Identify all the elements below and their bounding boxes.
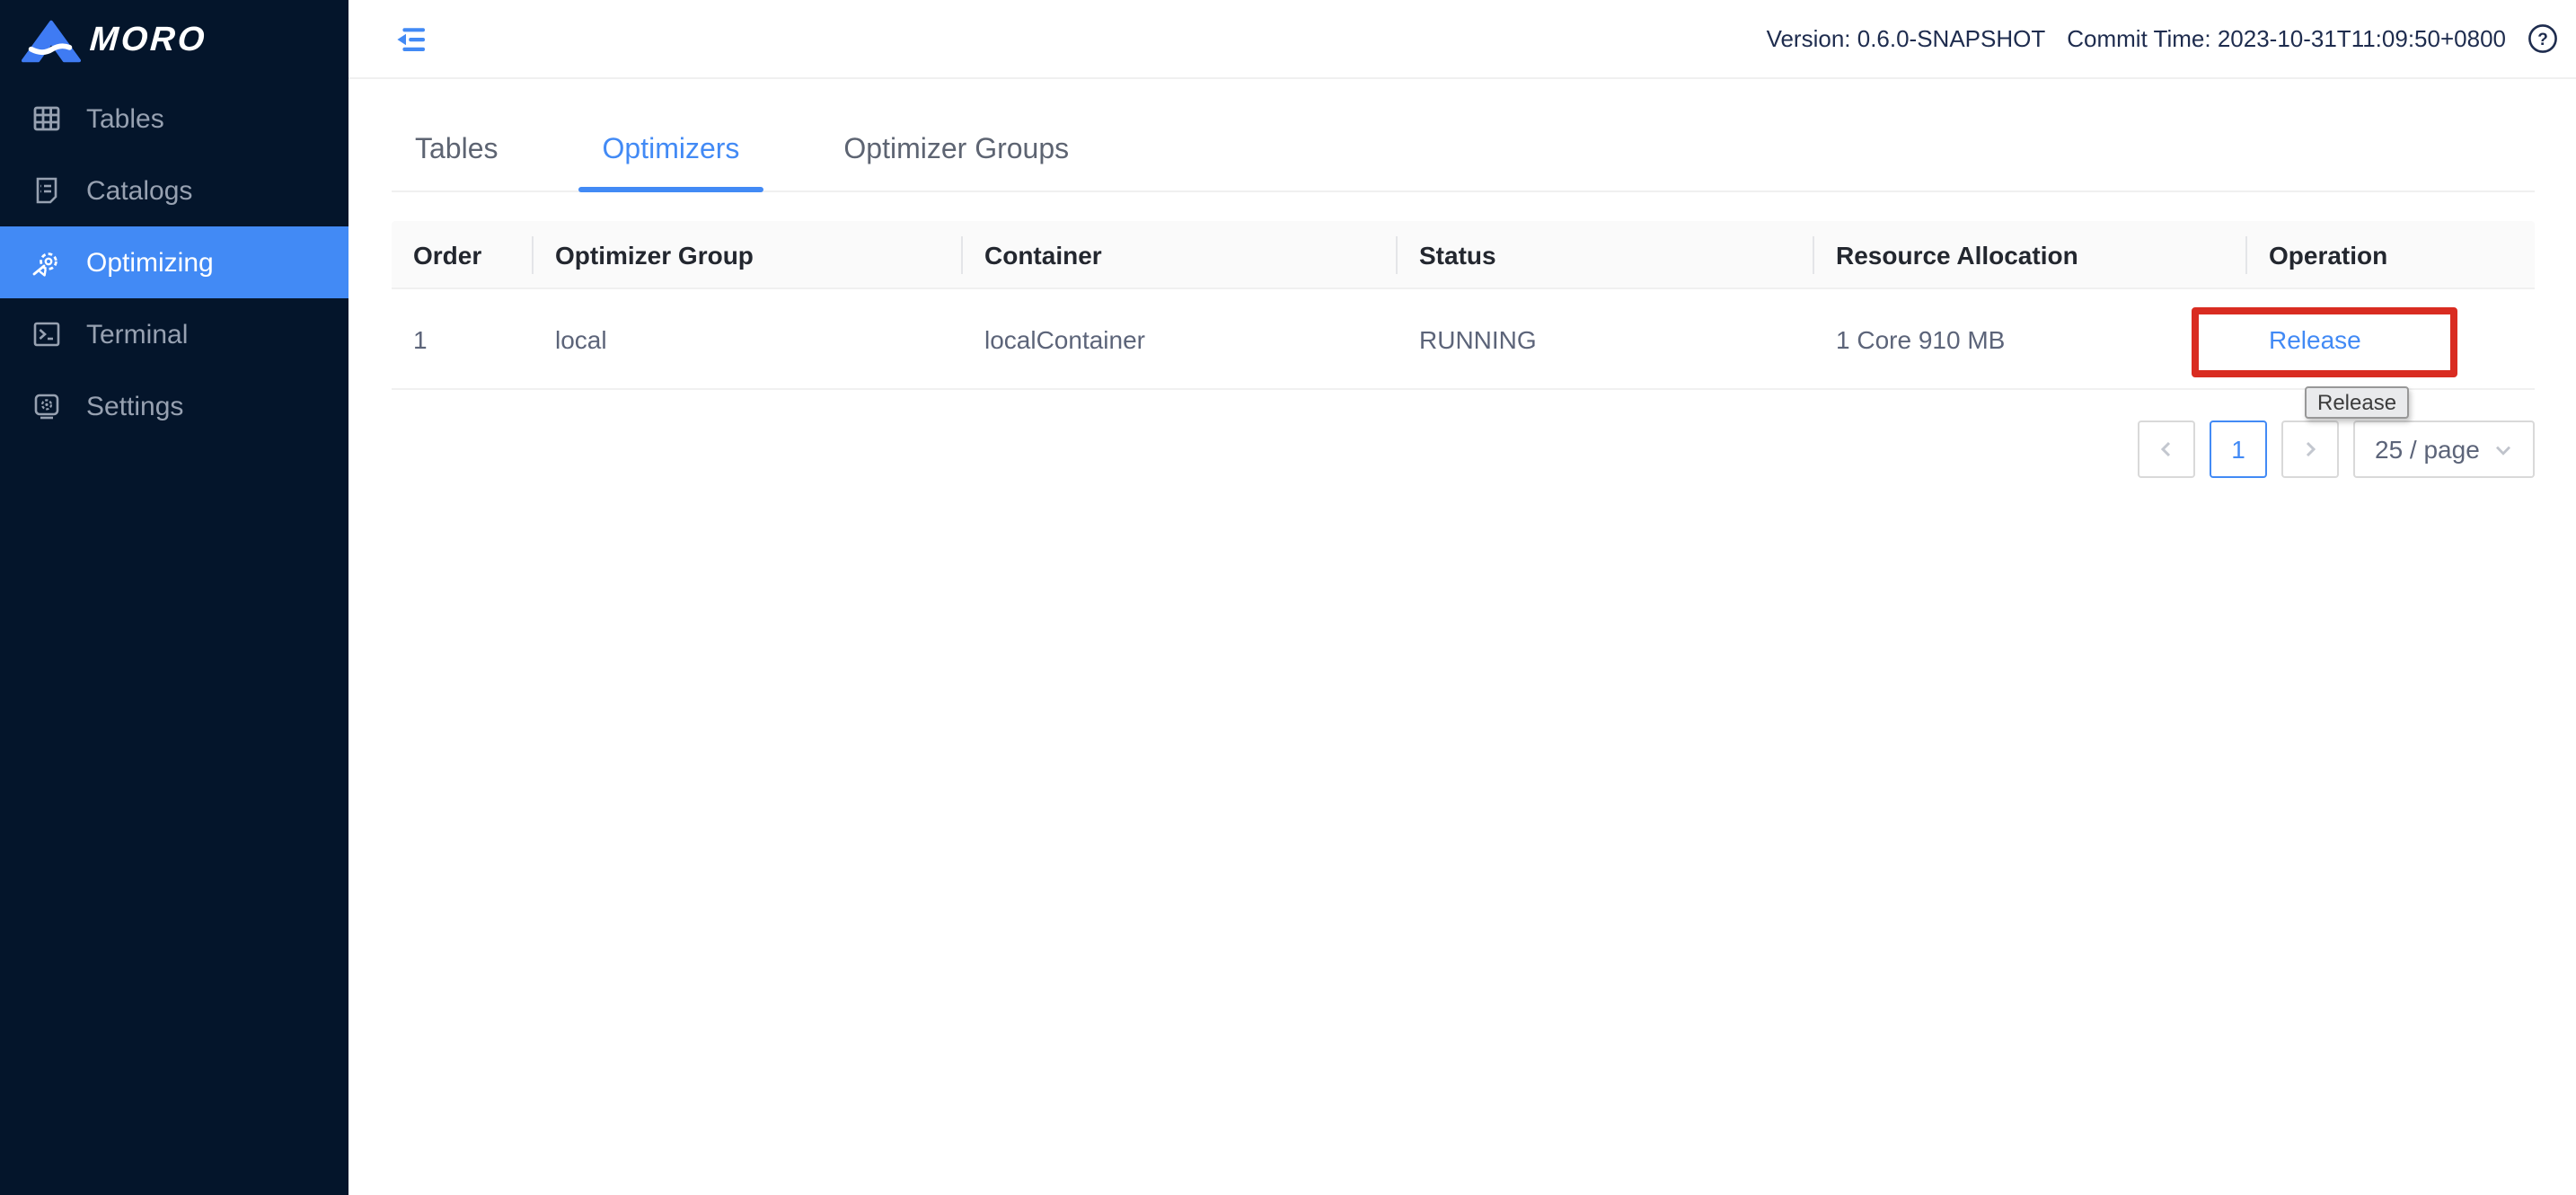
tab-optimizer-groups[interactable]: Optimizer Groups — [820, 135, 1092, 190]
sidebar-item-terminal[interactable]: Terminal — [0, 298, 348, 370]
settings-icon — [31, 391, 61, 421]
sidebar-menu: Tables Catalogs — [0, 83, 348, 442]
sidebar-item-settings[interactable]: Settings — [0, 370, 348, 442]
optimizers-table: Order Optimizer Group Container Status R… — [392, 221, 2535, 390]
column-header-operation: Operation — [2247, 240, 2535, 269]
tab-tables[interactable]: Tables — [392, 135, 522, 190]
catalogs-icon — [31, 175, 61, 206]
sidebar-item-label: Tables — [86, 103, 164, 134]
topbar: Version: 0.6.0-SNAPSHOT Commit Time: 202… — [348, 0, 2576, 79]
pagination: 1 25 / page — [392, 420, 2535, 478]
sidebar-item-label: Settings — [86, 391, 183, 421]
chevron-down-icon — [2493, 439, 2513, 459]
cell-status: RUNNING — [1398, 324, 1814, 353]
sidebar-item-optimizing[interactable]: Optimizing — [0, 226, 348, 298]
amoro-logo-icon — [22, 20, 81, 63]
amoro-logo: MORO — [0, 0, 348, 83]
table-header-row: Order Optimizer Group Container Status R… — [392, 221, 2535, 289]
column-header-order: Order — [392, 240, 534, 269]
chevron-left-icon — [2157, 440, 2175, 458]
column-header-status: Status — [1398, 240, 1814, 269]
tab-optimizers[interactable]: Optimizers — [579, 135, 763, 190]
cell-order: 1 — [392, 324, 534, 353]
menu-fold-icon[interactable] — [393, 22, 426, 55]
svg-text:?: ? — [2537, 31, 2548, 49]
optimizing-icon — [31, 247, 61, 278]
release-button[interactable]: Release — [2269, 324, 2361, 353]
page-size-select[interactable]: 25 / page — [2353, 420, 2535, 478]
column-header-resource-allocation: Resource Allocation — [1814, 240, 2247, 269]
sidebar-item-catalogs[interactable]: Catalogs — [0, 155, 348, 226]
version-text: Version: 0.6.0-SNAPSHOT — [1767, 25, 2046, 52]
main-area: Version: 0.6.0-SNAPSHOT Commit Time: 202… — [348, 0, 2576, 1195]
sidebar-item-label: Catalogs — [86, 175, 192, 206]
pagination-page-1[interactable]: 1 — [2210, 420, 2267, 478]
content: Tables Optimizers Optimizer Groups Order… — [348, 79, 2576, 478]
column-header-container: Container — [963, 240, 1398, 269]
release-tooltip: Release — [2305, 386, 2409, 419]
chevron-right-icon — [2301, 440, 2319, 458]
sidebar-item-label: Terminal — [86, 319, 188, 350]
cell-operation: Release — [2247, 324, 2535, 353]
cell-optimizer-group: local — [534, 324, 963, 353]
pagination-next-button[interactable] — [2281, 420, 2339, 478]
question-circle-icon[interactable]: ? — [2527, 23, 2558, 54]
table-row: 1 local localContainer RUNNING 1 Core 91… — [392, 289, 2535, 390]
terminal-icon — [31, 319, 61, 350]
pagination-prev-button[interactable] — [2138, 420, 2195, 478]
tab-bar: Tables Optimizers Optimizer Groups — [392, 79, 2535, 192]
commit-time-text: Commit Time: 2023-10-31T11:09:50+0800 — [2067, 25, 2506, 52]
column-header-optimizer-group: Optimizer Group — [534, 240, 963, 269]
sidebar-item-label: Optimizing — [86, 247, 214, 278]
cell-container: localContainer — [963, 324, 1398, 353]
tables-icon — [31, 103, 61, 134]
sidebar-item-tables[interactable]: Tables — [0, 83, 348, 155]
sidebar: MORO Tables — [0, 0, 348, 1195]
cell-resource-allocation: 1 Core 910 MB — [1814, 324, 2247, 353]
app-window: MORO Tables — [0, 0, 2576, 1195]
amoro-logo-text: MORO — [88, 22, 207, 61]
page-size-value: 25 / page — [2375, 435, 2480, 464]
